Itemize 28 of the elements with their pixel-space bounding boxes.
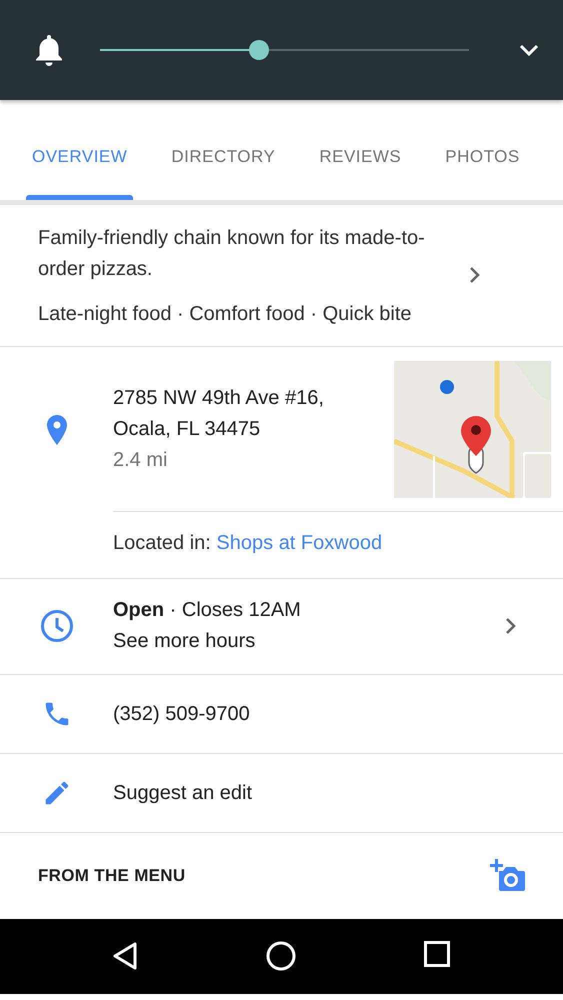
tab[interactable]: DIRECTORY [149, 100, 298, 200]
volume-slider[interactable] [100, 40, 469, 60]
located-in-text: Located in: Shops at Foxwood [113, 511, 563, 578]
recents-icon[interactable] [424, 941, 450, 967]
home-icon[interactable] [266, 941, 296, 971]
opening-status: Open · Closes 12AM [113, 598, 302, 623]
add-photo-icon[interactable] [489, 859, 527, 893]
section-title: FROM THE MENU [38, 866, 186, 886]
place-link[interactable]: Shops at Foxwood [216, 532, 382, 554]
back-icon[interactable] [112, 941, 138, 971]
bell-icon[interactable] [34, 34, 64, 66]
clock-icon [40, 609, 74, 643]
location-pin-icon [46, 414, 68, 446]
address-line: 2785 NW 49th Ave #16, [113, 386, 325, 411]
tab[interactable]: OVERVIEW [10, 100, 150, 200]
suggest-edit-link[interactable]: Suggest an edit [113, 778, 563, 808]
distance-text: 2.4 mi [113, 448, 168, 473]
tab[interactable]: REVIEWS [297, 100, 424, 200]
chevron-down-icon[interactable] [519, 44, 539, 56]
chevron-right-icon[interactable] [505, 617, 517, 635]
slider-thumb[interactable] [248, 40, 269, 60]
description-text: Family-friendly chain known for its made-to-order pizzas. [38, 226, 426, 282]
address-line: Ocala, FL 34475 [113, 417, 262, 442]
phone-number[interactable]: (352) 509-9700 [113, 698, 563, 730]
chevron-right-icon[interactable] [469, 266, 481, 284]
category-tags: Late-night food · Comfort food · Quick bite [38, 303, 469, 326]
more-hours-link[interactable]: See more hours [113, 626, 505, 657]
tab[interactable]: PHOTOS [423, 100, 542, 200]
